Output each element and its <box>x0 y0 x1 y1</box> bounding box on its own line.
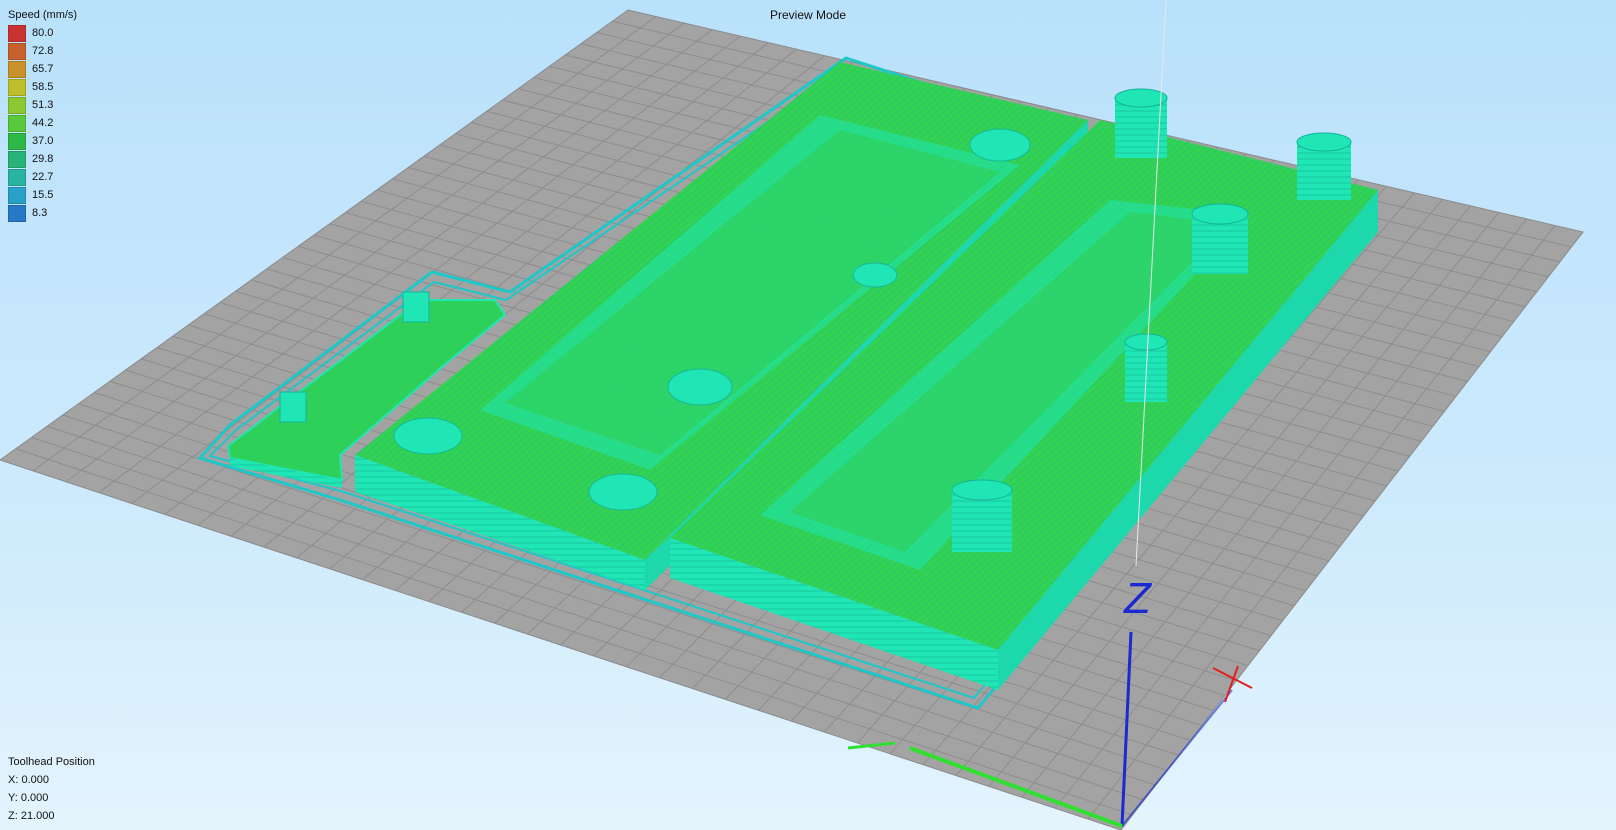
3d-viewport[interactable]: Z Preview Mode Speed (mm/s) 80.0 72.8 65… <box>0 0 1616 830</box>
legend-item: 51.3 <box>8 96 77 114</box>
toolhead-position-panel: Toolhead Position X: 0.000 Y: 0.000 Z: 2… <box>8 753 95 825</box>
legend-value: 51.3 <box>32 99 54 111</box>
view-mode-title: Preview Mode <box>769 8 847 22</box>
print-preview-scene[interactable]: Z <box>0 0 1616 830</box>
speed-legend: Speed (mm/s) 80.0 72.8 65.7 58.5 51.3 44… <box>8 9 77 222</box>
legend-swatch <box>8 132 26 150</box>
legend-item: 29.8 <box>8 150 77 168</box>
legend-value: 8.3 <box>32 207 48 219</box>
legend-value: 15.5 <box>32 189 54 201</box>
legend-value: 22.7 <box>32 171 54 183</box>
legend-item: 22.7 <box>8 168 77 186</box>
legend-item: 65.7 <box>8 60 77 78</box>
peg <box>951 479 1013 552</box>
legend-value: 72.8 <box>32 45 54 57</box>
legend-title: Speed (mm/s) <box>8 9 78 21</box>
legend-item: 15.5 <box>8 186 77 204</box>
legend-swatch <box>8 114 26 132</box>
legend-item: 80.0 <box>8 24 77 42</box>
peg <box>1191 203 1249 274</box>
legend-item: 8.3 <box>8 204 77 222</box>
z-axis-label: Z <box>1123 574 1153 623</box>
legend-item: 37.0 <box>8 132 77 150</box>
toolhead-z: Z: 21.000 <box>8 810 55 822</box>
legend-swatch <box>8 96 26 114</box>
toolhead-title: Toolhead Position <box>8 756 95 768</box>
legend-swatch <box>8 150 26 168</box>
legend-value: 29.8 <box>32 153 54 165</box>
legend-item: 72.8 <box>8 42 77 60</box>
legend-swatch <box>8 78 26 96</box>
legend-swatch <box>8 60 26 78</box>
legend-item: 44.2 <box>8 114 77 132</box>
legend-swatch <box>8 24 26 42</box>
legend-value: 37.0 <box>32 135 54 147</box>
legend-swatch <box>8 168 26 186</box>
legend-swatch <box>8 186 26 204</box>
legend-item: 58.5 <box>8 78 77 96</box>
legend-value: 44.2 <box>32 117 54 129</box>
legend-value: 58.5 <box>32 81 54 93</box>
toolhead-y: Y: 0.000 <box>8 792 49 804</box>
toolhead-x: X: 0.000 <box>8 774 49 786</box>
legend-swatch <box>8 42 26 60</box>
legend-swatch <box>8 204 26 222</box>
legend-value: 80.0 <box>32 27 54 39</box>
peg <box>1296 132 1352 200</box>
legend-value: 65.7 <box>32 63 54 75</box>
